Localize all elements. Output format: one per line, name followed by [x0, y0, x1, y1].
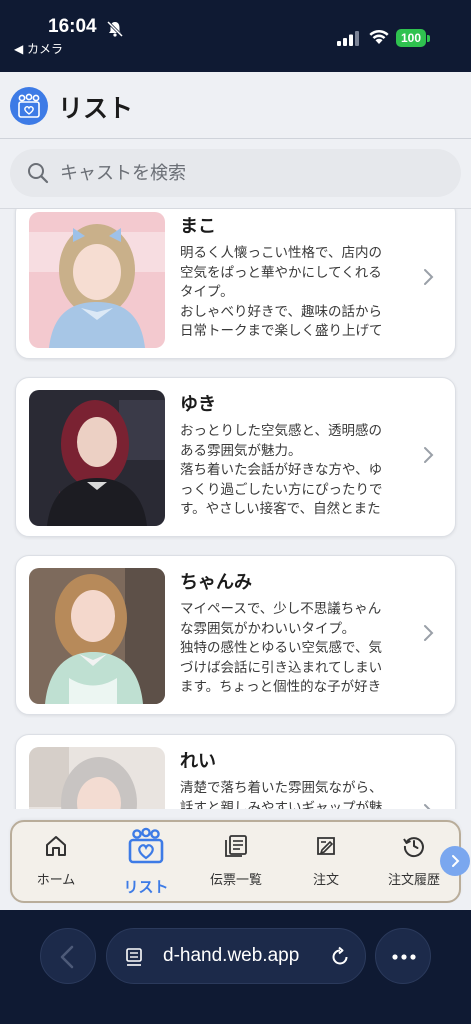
reload-icon[interactable]: [329, 946, 351, 968]
cast-card[interactable]: ちゃんみ マイペースで、少し不思議ちゃん な雰囲気がかわいいタイプ。 独特の感性…: [15, 555, 456, 715]
bell-muted-icon: [106, 20, 124, 38]
page-title: リスト: [58, 94, 134, 123]
status-bar: 16:04 ◀ カメラ 100: [0, 0, 471, 72]
nav-label: 伝票一覧: [209, 873, 262, 888]
chevron-right-icon: [424, 269, 434, 285]
document-list-icon: [225, 835, 247, 857]
search-input[interactable]: [60, 155, 440, 191]
cast-card[interactable]: まこ 明るく人懐っこい性格で、店内の 空気をぱっと華やかにしてくれる タイプ。 …: [15, 209, 456, 359]
order-icon: [317, 837, 335, 855]
browser-more-button[interactable]: [375, 928, 431, 984]
cast-description: 清楚で落ち着いた雰囲気ながら、 話すと親しみやすいギャップが魅: [180, 780, 383, 809]
heart-people-icon: [128, 827, 164, 864]
cast-photo: [29, 568, 165, 704]
nav-home[interactable]: ホーム: [12, 822, 100, 901]
chevron-right-icon: [452, 855, 460, 867]
nav-label: 注文: [312, 873, 339, 888]
cast-description: 明るく人懐っこい性格で、店内の 空気をぱっと華やかにしてくれる タイプ。 おしゃ…: [180, 245, 383, 339]
nav-scroll-right-button[interactable]: [440, 846, 470, 876]
status-time: 16:04: [48, 16, 97, 37]
search-icon: [28, 163, 49, 184]
cast-photo: [29, 747, 165, 809]
app-header: リスト: [0, 72, 471, 139]
cast-photo: [29, 212, 165, 348]
chevron-right-icon: [424, 804, 431, 809]
cast-card[interactable]: れい 清楚で落ち着いた雰囲気ながら、 話すと親しみやすいギャップが魅: [15, 734, 456, 809]
wifi-icon: [369, 29, 389, 44]
back-to-app-link[interactable]: ◀ カメラ: [14, 40, 63, 57]
battery-tip: [427, 35, 430, 42]
battery-indicator: 100: [396, 29, 426, 47]
cast-name: ゆき: [180, 394, 216, 415]
reader-icon: [126, 948, 142, 966]
cast-name: ちゃんみ: [180, 572, 252, 593]
nav-list[interactable]: リスト: [102, 822, 190, 901]
cast-description: おっとりした空気感と、透明感の ある雰囲気が魅力。 落ち着いた会話が好きな方や、…: [180, 423, 383, 517]
cast-name: まこ: [180, 216, 216, 237]
bottom-nav: ホーム リスト 伝票一覧 注文 注文履歴: [10, 820, 470, 903]
chevron-right-icon: [424, 447, 434, 463]
browser-back-button[interactable]: [40, 928, 96, 984]
heart-people-icon: [10, 87, 48, 125]
home-icon: [46, 836, 66, 856]
chevron-right-icon: [424, 625, 434, 641]
url-text: d-hand.web.app: [163, 945, 300, 966]
ellipsis-icon: [392, 954, 416, 960]
cast-photo: [29, 390, 165, 526]
cast-card[interactable]: ゆき おっとりした空気感と、透明感の ある雰囲気が魅力。 落ち着いた会話が好きな…: [15, 377, 456, 537]
nav-label: ホーム: [36, 873, 76, 888]
cellular-signal-icon: [337, 31, 359, 46]
nav-slips[interactable]: 伝票一覧: [192, 822, 280, 901]
address-bar[interactable]: d-hand.web.app: [106, 928, 366, 984]
browser-toolbar: d-hand.web.app: [0, 910, 471, 1024]
chevron-left-icon: [60, 945, 74, 969]
nav-label: リスト: [123, 878, 169, 896]
cast-name: れい: [180, 751, 216, 772]
history-icon: [403, 837, 424, 858]
app-screen: リスト まこ 明るく人懐: [0, 72, 471, 910]
nav-order[interactable]: 注文: [282, 822, 370, 901]
cast-list[interactable]: まこ 明るく人懐っこい性格で、店内の 空気をぱっと華やかにしてくれる タイプ。 …: [0, 209, 471, 809]
cast-description: マイペースで、少し不思議ちゃん な雰囲気がかわいいタイプ。 独特の感性とゆるい空…: [180, 601, 383, 695]
search-bar[interactable]: [10, 149, 461, 197]
